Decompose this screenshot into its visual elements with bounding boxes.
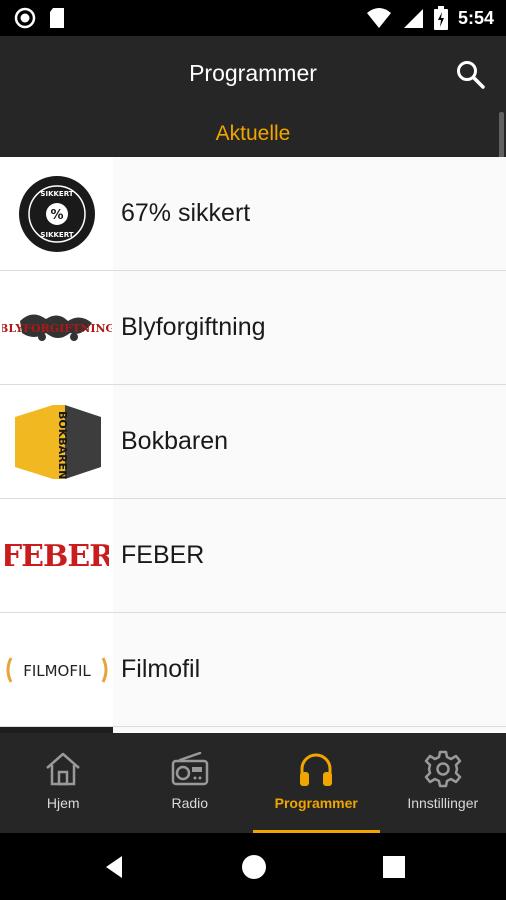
nav-programmer[interactable]: Programmer [253,733,380,833]
program-title: Blyforgiftning [121,313,266,341]
nav-innstillinger[interactable]: Innstillinger [380,733,506,833]
svg-text:BOKBAREN: BOKBAREN [56,411,69,479]
program-title: Bokbaren [121,427,229,455]
recents-icon[interactable] [380,853,408,881]
nav-label: Radio [171,795,209,811]
sd-card-icon [50,8,64,28]
nav-label: Hjem [46,795,80,811]
back-icon[interactable] [100,853,128,881]
program-logo: BOKBAREN [0,385,113,498]
svg-text:FILMOFIL: FILMOFIL [23,662,91,680]
filmofil-logo: FILMOFIL [6,656,107,683]
svg-text:%: % [50,208,63,223]
program-logo: % SIKKERT SIKKERT [0,157,113,270]
gear-icon [424,750,461,788]
svg-text:BLYFORGIFTNING: BLYFORGIFTNING [2,322,112,335]
program-title: Filmofil [121,655,201,683]
sikkert-logo: % SIKKERT SIKKERT [18,175,95,252]
tab-strip: Aktuelle [0,114,506,157]
feber-logo: FEBER [5,539,109,574]
home-icon [46,752,81,786]
nav-radio[interactable]: Radio [127,733,254,833]
radio-icon [171,751,208,786]
search-button[interactable] [454,58,488,92]
headphones-icon [300,753,333,786]
svg-text:FEBER: FEBER [5,539,109,574]
program-logo: BLYFORGIFTNING [0,271,113,384]
bottom-navigation: Hjem Radio Programmer Innstillinger [0,733,506,833]
svg-text:SIKKERT: SIKKERT [40,190,73,198]
svg-text:SIKKERT: SIKKERT [40,231,73,239]
search-icon [457,61,485,89]
list-item[interactable]: % SIKKERT SIKKERT 67% sikkert [0,157,506,271]
status-time: 5:54 [457,7,494,28]
list-item[interactable]: FEBER FEBER [0,499,506,613]
nav-hjem[interactable]: Hjem [0,733,127,833]
bokbaren-logo: BOKBAREN [14,404,101,479]
wifi-icon [366,8,391,28]
signal-icon [403,9,423,28]
program-title: FEBER [121,541,205,569]
tab-aktuelle[interactable]: Aktuelle [0,122,506,146]
program-logo: FEBER [0,499,113,612]
program-logo: FILMOFIL [0,613,113,726]
nav-label: Programmer [274,795,358,811]
battery-icon [433,6,448,30]
app-toolbar: Programmer [0,36,506,114]
list-item[interactable]: FILMOFIL Filmofil [0,613,506,727]
nav-label: Innstillinger [407,795,479,811]
program-list[interactable]: % SIKKERT SIKKERT 67% sikkert BLYFORGIFT… [0,157,506,733]
status-right: 5:54 [366,6,494,30]
page-title: Programmer [189,60,317,86]
blyforgiftning-logo: BLYFORGIFTNING [2,313,112,341]
record-icon [14,7,36,29]
system-navigation-bar [0,833,506,900]
program-title: 67% sikkert [121,199,251,227]
status-left [14,7,66,29]
list-item[interactable]: BLYFORGIFTNING Blyforgiftning [0,271,506,385]
status-bar: 5:54 [0,0,506,36]
list-item[interactable]: BOKBAREN Bokbaren [0,385,506,499]
home-button-icon[interactable] [240,853,268,881]
